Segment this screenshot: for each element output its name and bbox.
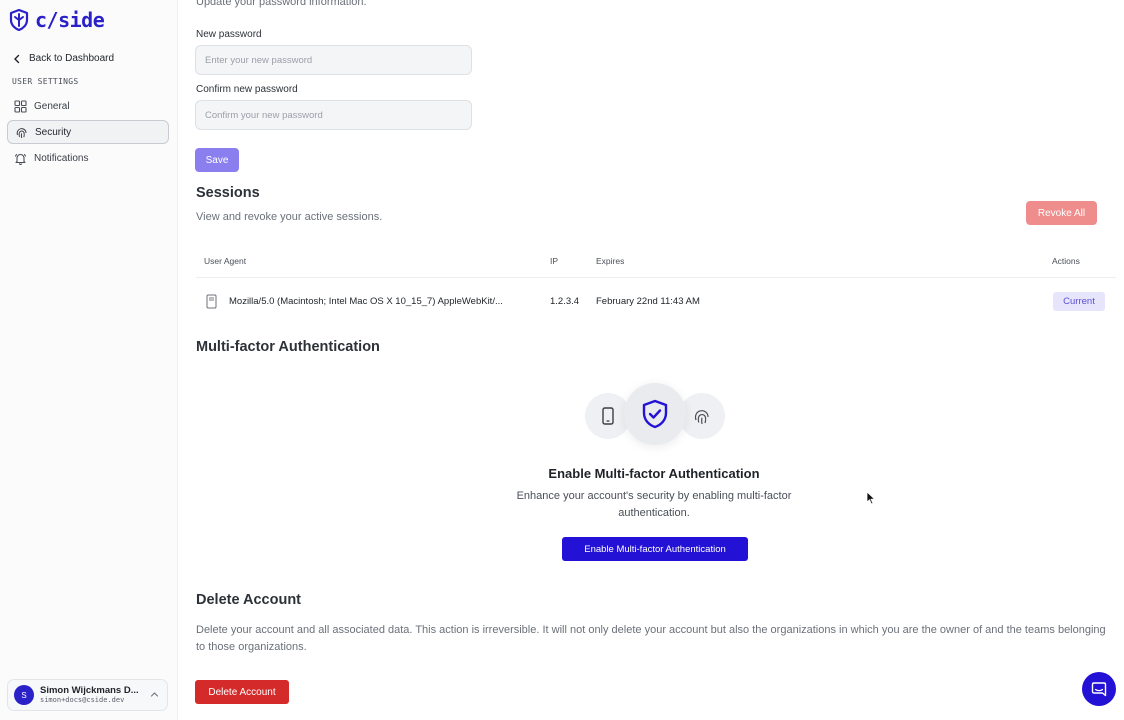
sessions-description: View and revoke your active sessions. [196,211,383,223]
session-user-agent: Mozilla/5.0 (Macintosh; Intel Mac OS X 1… [229,296,503,307]
session-ip: 1.2.3.4 [550,296,580,307]
enable-mfa-button[interactable]: Enable Multi-factor Authentication [562,537,748,561]
mfa-section-title: Multi-factor Authentication [196,339,380,355]
delete-account-description: Delete your account and all associated d… [196,624,1106,653]
shield-check-icon-circle [624,383,686,445]
mouse-pointer-icon [866,491,876,505]
user-settings-section-label: USER SETTINGS [12,77,79,86]
app-root: c/side Back to Dashboard USER SETTINGS G… [0,0,1124,720]
user-info: Simon Wijckmans D... simon+docs@cside.de… [40,686,139,705]
user-menu[interactable]: S Simon Wijckmans D... simon+docs@cside.… [7,679,168,711]
avatar: S [14,685,34,705]
sidebar-item-security[interactable]: Security [7,120,169,144]
table-row: Mozilla/5.0 (Macintosh; Intel Mac OS X 1… [196,287,1116,317]
column-header-user-agent: User Agent [204,256,247,266]
user-name: Simon Wijckmans D... [40,685,139,696]
chat-support-button[interactable] [1082,672,1116,706]
chevron-up-icon [150,692,159,697]
new-password-label: New password [196,29,262,40]
session-expires: February 22nd 11:43 AM [596,296,700,307]
bell-icon [14,153,27,165]
brand-logo[interactable]: c/side [9,8,105,32]
user-email: simon+docs@cside.dev [40,696,125,705]
confirm-password-label: Confirm new password [196,84,298,95]
sidebar-item-label: General [34,100,70,112]
fingerprint-icon [694,410,709,425]
main-content: Update your password information. New pa… [179,0,1124,720]
phone-icon [602,407,614,425]
sidebar: c/side Back to Dashboard USER SETTINGS G… [0,0,178,720]
new-password-input[interactable] [195,45,472,75]
sidebar-item-general[interactable]: General [7,94,169,118]
grid-icon [14,99,27,113]
back-to-dashboard-link[interactable]: Back to Dashboard [13,53,114,64]
revoke-all-button[interactable]: Revoke All [1026,201,1097,225]
back-to-dashboard-label: Back to Dashboard [29,53,115,64]
sidebar-item-label: Security [35,126,72,138]
sessions-title: Sessions [196,185,260,201]
password-description: Update your password information. [196,0,367,8]
mfa-illustration [585,381,725,451]
mfa-heading: Enable Multi-factor Authentication [548,466,760,481]
shield-check-icon [642,399,668,429]
save-button[interactable]: Save [195,148,239,172]
delete-account-title: Delete Account [196,592,302,608]
fingerprint-icon [16,127,27,138]
confirm-password-input[interactable] [195,100,472,130]
mfa-description: Enhance your account's security by enabl… [516,490,792,519]
chat-icon [1091,682,1107,697]
sidebar-item-label: Notifications [34,152,89,164]
chevron-left-icon [14,54,20,63]
column-header-expires: Expires [596,256,625,266]
current-session-badge: Current [1053,292,1105,311]
brand-name: c/side [35,8,105,32]
column-header-ip: IP [550,256,559,266]
column-header-actions: Actions [1052,256,1080,266]
delete-account-button[interactable]: Delete Account [195,680,289,704]
shield-logo-icon [9,9,29,31]
device-icon [206,294,217,309]
sessions-table-header: User Agent IP Expires Actions [196,250,1116,278]
sidebar-item-notifications[interactable]: Notifications [7,146,169,170]
